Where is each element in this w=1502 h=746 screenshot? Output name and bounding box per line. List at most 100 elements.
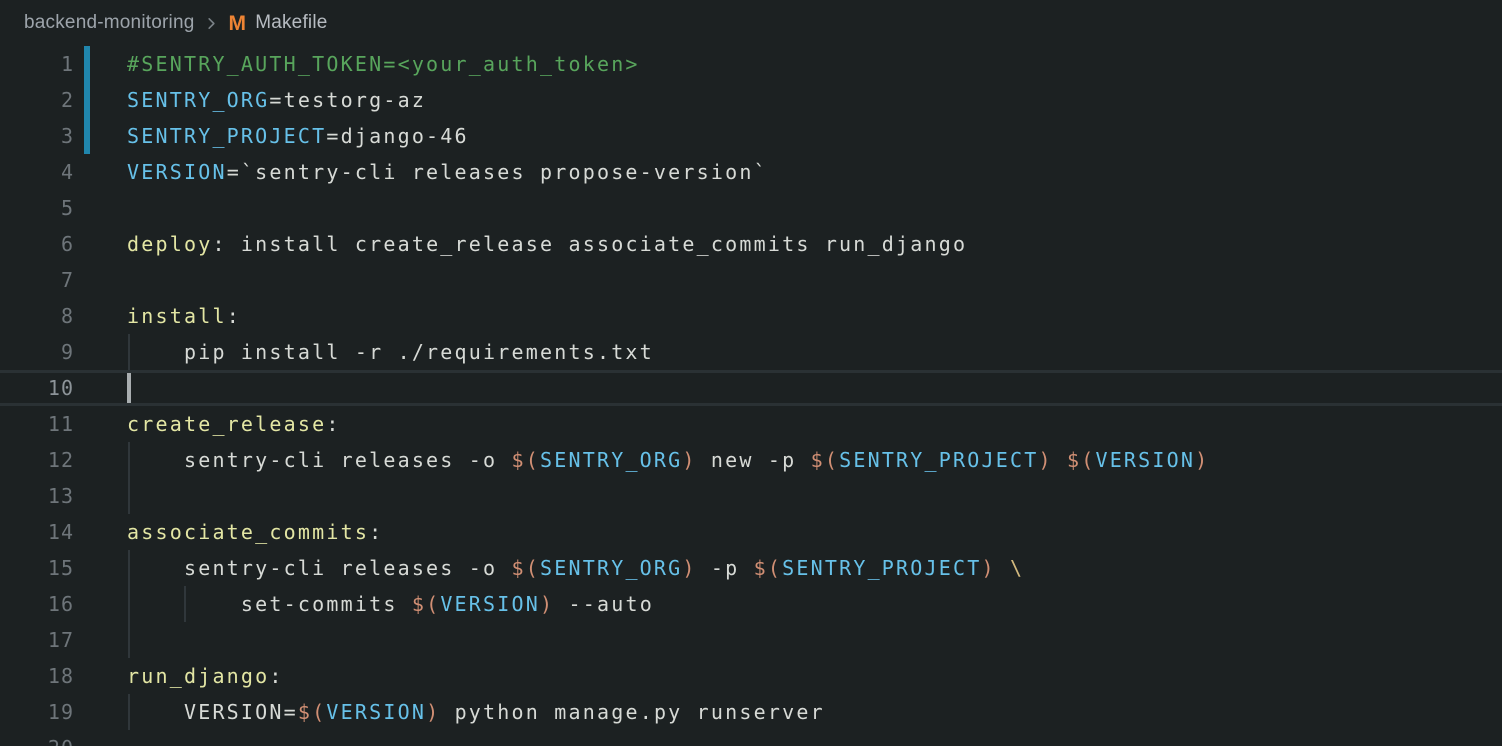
code-line[interactable]: 1 #SENTRY_AUTH_TOKEN=<your_auth_token> (0, 46, 1502, 82)
line-number[interactable]: 19 (0, 694, 74, 730)
code-line[interactable]: 20 (0, 730, 1502, 746)
makefile-icon: M (228, 13, 246, 34)
code-token-punct: ) (682, 448, 696, 472)
code-token-punct: $( (1067, 448, 1095, 472)
code-token-plain: =testorg-az (269, 88, 426, 112)
code-token-var: SENTRY_ORG (540, 556, 682, 580)
code-token-var: VERSION (326, 700, 426, 724)
code-token-plain: pip install -r ./requirements.txt (127, 340, 654, 364)
code-line[interactable]: 15 sentry-cli releases -o $(SENTRY_ORG) … (0, 550, 1502, 586)
code-line[interactable]: 13 (0, 478, 1502, 514)
code-token-var: VERSION (127, 160, 227, 184)
code-token-target: deploy (127, 232, 212, 256)
code-token-plain: =django-46 (326, 124, 468, 148)
line-number[interactable]: 7 (0, 262, 74, 298)
code-line[interactable]: 14 associate_commits: (0, 514, 1502, 550)
code-token-var: SENTRY_PROJECT (839, 448, 1038, 472)
code-line[interactable]: 12 sentry-cli releases -o $(SENTRY_ORG) … (0, 442, 1502, 478)
line-number[interactable]: 8 (0, 298, 74, 334)
code-text[interactable]: sentry-cli releases -o $(SENTRY_ORG) -p … (127, 550, 1024, 586)
line-number[interactable]: 17 (0, 622, 74, 658)
code-line[interactable]: 4 VERSION=`sentry-cli releases propose-ve… (0, 154, 1502, 190)
code-line[interactable]: 2 SENTRY_ORG=testorg-az (0, 82, 1502, 118)
code-text[interactable]: SENTRY_PROJECT=django-46 (127, 118, 469, 154)
code-token-plain: : (269, 664, 283, 688)
code-line[interactable]: 3 SENTRY_PROJECT=django-46 (0, 118, 1502, 154)
code-line[interactable]: 18 run_django: (0, 658, 1502, 694)
code-token-plain: -p (697, 556, 754, 580)
line-number[interactable]: 1 (0, 46, 74, 82)
line-number[interactable]: 11 (0, 406, 74, 442)
code-line[interactable]: 5 (0, 190, 1502, 226)
line-number[interactable]: 16 (0, 586, 74, 622)
line-number[interactable]: 13 (0, 478, 74, 514)
code-token-punct: ) (682, 556, 696, 580)
code-token-punct: $( (512, 556, 540, 580)
code-token-var: SENTRY_ORG (540, 448, 682, 472)
code-text[interactable]: deploy: install create_release associate… (127, 226, 967, 262)
line-number[interactable]: 20 (0, 730, 74, 746)
code-line[interactable]: 16 set-commits $(VERSION) --auto (0, 586, 1502, 622)
code-token-plain: =`sentry-cli releases propose-version` (227, 160, 768, 184)
code-text[interactable]: pip install -r ./requirements.txt (127, 334, 654, 370)
code-line[interactable]: 19 VERSION=$(VERSION) python manage.py r… (0, 694, 1502, 730)
code-text[interactable]: create_release: (127, 406, 341, 442)
editor[interactable]: 1 #SENTRY_AUTH_TOKEN=<your_auth_token> 2 SE… (0, 46, 1502, 746)
code-token-var: SENTRY_PROJECT (782, 556, 981, 580)
code-lines: 1 #SENTRY_AUTH_TOKEN=<your_auth_token> 2 SE… (0, 46, 1502, 746)
indent-guide (128, 622, 130, 658)
code-token-plain (996, 556, 1010, 580)
line-number[interactable]: 3 (0, 118, 74, 154)
code-token-punct: ) (982, 556, 996, 580)
line-number[interactable]: 18 (0, 658, 74, 694)
line-number[interactable]: 4 (0, 154, 74, 190)
code-text[interactable]: install: (127, 298, 241, 334)
code-token-punct: ) (1038, 448, 1052, 472)
code-text[interactable]: associate_commits: (127, 514, 383, 550)
code-line[interactable]: 9 pip install -r ./requirements.txt (0, 334, 1502, 370)
code-token-plain: : (326, 412, 340, 436)
code-text[interactable]: set-commits $(VERSION) --auto (127, 586, 654, 622)
code-token-punct: $( (754, 556, 782, 580)
code-token-escape: \ (1010, 556, 1024, 580)
code-token-comment: #SENTRY_AUTH_TOKEN=<your_auth_token> (127, 52, 640, 76)
breadcrumb-folder-label: backend-monitoring (24, 12, 194, 34)
code-line[interactable]: 8 install: (0, 298, 1502, 334)
code-line[interactable]: 17 (0, 622, 1502, 658)
code-token-plain: sentry-cli releases -o (127, 448, 512, 472)
code-token-punct: $( (298, 700, 326, 724)
breadcrumb-folder[interactable]: backend-monitoring (24, 12, 194, 34)
code-token-plain: : (227, 304, 241, 328)
code-line[interactable]: 7 (0, 262, 1502, 298)
git-modified-gutter-bar (84, 46, 90, 154)
code-token-plain: : (369, 520, 383, 544)
code-token-var: VERSION (1095, 448, 1195, 472)
code-text[interactable]: run_django: (127, 658, 284, 694)
code-line[interactable]: 11 create_release: (0, 406, 1502, 442)
code-text[interactable]: VERSION=`sentry-cli releases propose-ver… (127, 154, 768, 190)
code-text[interactable]: SENTRY_ORG=testorg-az (127, 82, 426, 118)
code-text[interactable]: VERSION=$(VERSION) python manage.py runs… (127, 694, 825, 730)
line-number[interactable]: 12 (0, 442, 74, 478)
code-token-plain (1053, 448, 1067, 472)
code-token-var: SENTRY_ORG (127, 88, 269, 112)
code-token-plain: set-commits (127, 592, 412, 616)
code-text[interactable]: sentry-cli releases -o $(SENTRY_ORG) new… (127, 442, 1209, 478)
line-number[interactable]: 9 (0, 334, 74, 370)
line-number[interactable]: 6 (0, 226, 74, 262)
breadcrumb-file[interactable]: M Makefile (228, 12, 327, 34)
line-number[interactable]: 10 (0, 373, 74, 409)
line-number[interactable]: 15 (0, 550, 74, 586)
line-number[interactable]: 5 (0, 190, 74, 226)
code-text[interactable]: #SENTRY_AUTH_TOKEN=<your_auth_token> (127, 46, 640, 82)
line-number[interactable]: 2 (0, 82, 74, 118)
code-token-var: VERSION (440, 592, 540, 616)
indent-guide (128, 478, 130, 514)
code-token-target: run_django (127, 664, 269, 688)
code-token-punct: ) (1195, 448, 1209, 472)
breadcrumb: backend-monitoring M Makefile (0, 0, 1502, 46)
line-number[interactable]: 14 (0, 514, 74, 550)
code-line[interactable]: 6 deploy: install create_release associat… (0, 226, 1502, 262)
code-token-plain: python manage.py runserver (440, 700, 825, 724)
code-line[interactable]: 10 (0, 370, 1502, 406)
